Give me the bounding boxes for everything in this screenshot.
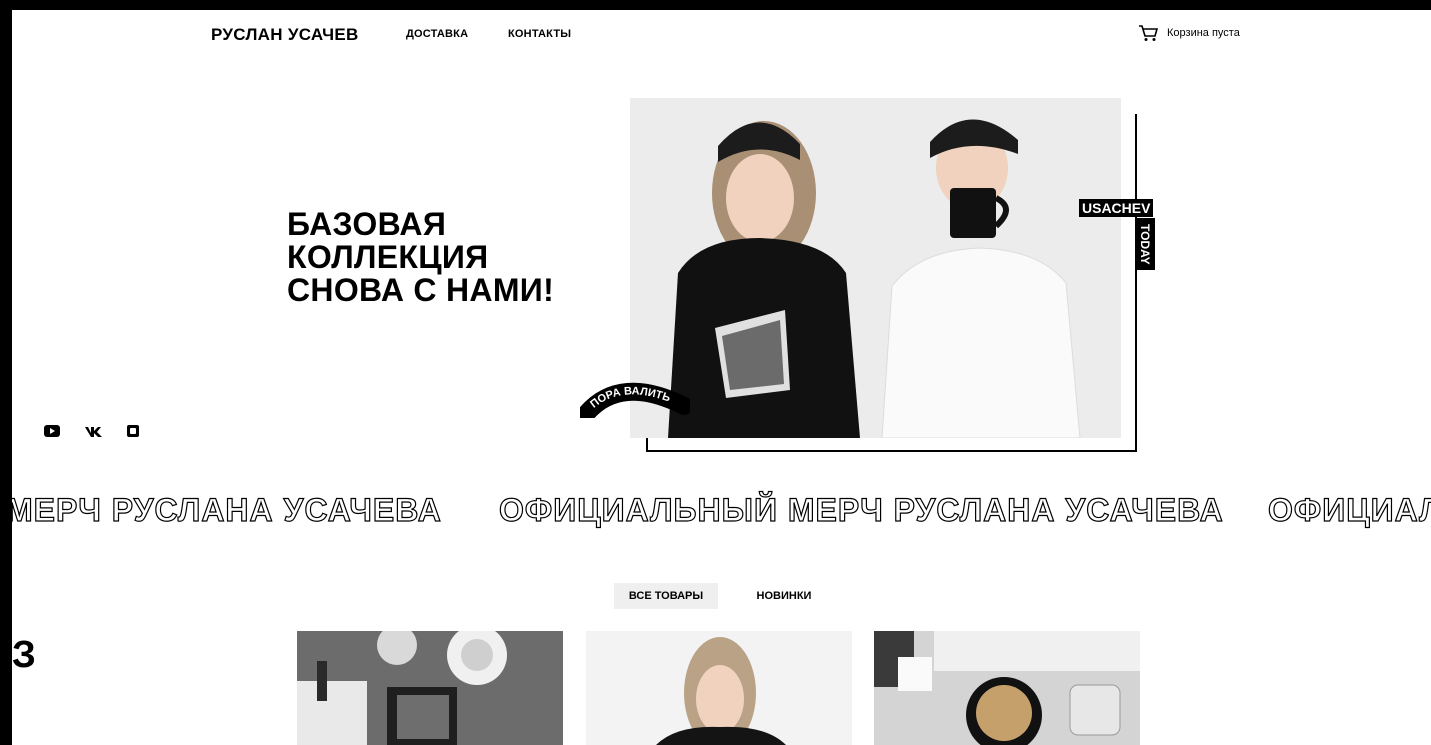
hero-photo-art xyxy=(630,98,1121,438)
nav-delivery[interactable]: ДОСТАВКА xyxy=(406,28,468,40)
product-image xyxy=(297,631,563,745)
instagram-icon xyxy=(127,425,139,437)
vk-icon xyxy=(85,427,102,437)
product-card[interactable] xyxy=(586,631,852,745)
cart-button[interactable]: Корзина пуста xyxy=(1138,24,1240,42)
youtube-link[interactable] xyxy=(43,424,61,443)
hero-title-line: БАЗОВАЯ xyxy=(287,206,447,242)
hero-photo xyxy=(630,98,1121,438)
hero-title-line: КОЛЛЕКЦИЯ xyxy=(287,239,489,275)
marquee-item: ОФИЦИАЛЬНЫЙ МЕРЧ РУСЛАНА УСАЧЕВА xyxy=(498,491,1224,528)
site-logo[interactable]: РУСЛАН УСАЧЕВ xyxy=(211,25,359,45)
cart-status: Корзина пуста xyxy=(1167,27,1240,39)
product-image xyxy=(586,631,852,745)
product-card[interactable] xyxy=(874,631,1140,745)
marquee-item: ОФИЦИАЛ xyxy=(1267,491,1431,528)
page: РУСЛАН УСАЧЕВ ДОСТАВКА КОНТАКТЫ Корзина … xyxy=(12,10,1431,745)
hero-title: БАЗОВАЯ КОЛЛЕКЦИЯ СНОВА С НАМИ! xyxy=(287,208,554,307)
hero-title-line: СНОВА С НАМИ! xyxy=(287,272,555,308)
product-image xyxy=(874,631,1140,745)
product-card[interactable] xyxy=(297,631,563,745)
vk-link[interactable] xyxy=(84,424,104,443)
badge-today: TODAY xyxy=(1135,218,1155,270)
instagram-link[interactable] xyxy=(126,424,140,443)
nav-contacts[interactable]: КОНТАКТЫ xyxy=(508,28,571,40)
tab-new-products[interactable]: НОВИНКИ xyxy=(742,583,826,609)
cart-icon xyxy=(1139,25,1158,41)
marquee-item: МЕРЧ РУСЛАНА УСАЧЕВА xyxy=(12,491,442,528)
youtube-icon xyxy=(44,425,60,437)
edge-glyph: З xyxy=(12,634,36,676)
badge-usachev: USACHEV xyxy=(1079,199,1154,217)
tab-all-products[interactable]: ВСЕ ТОВАРЫ xyxy=(614,583,718,609)
sticker-pora-valit: ПОРА ВАЛИТЬ xyxy=(577,378,693,423)
